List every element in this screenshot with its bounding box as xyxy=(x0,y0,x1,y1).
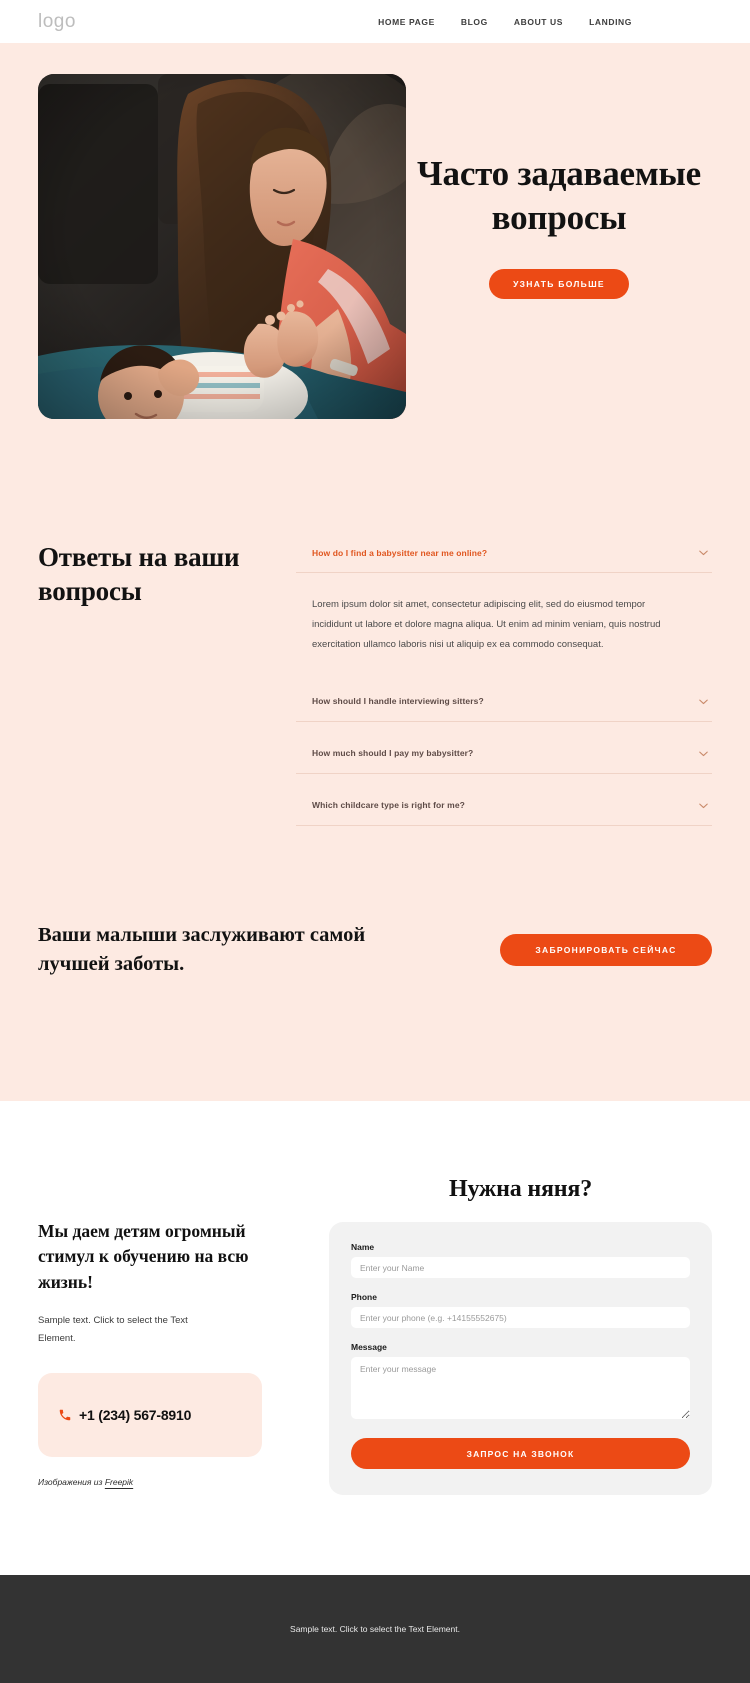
chevron-down-icon[interactable] xyxy=(697,747,710,760)
booking-cta-section: Ваши малыши заслуживают самой лучшей заб… xyxy=(0,826,750,1101)
form-title: Нужна няня? xyxy=(448,1176,592,1203)
contact-heading: Мы даем детям огромный стимул к обучению… xyxy=(38,1221,249,1292)
faq-question-3-header[interactable]: How much should I pay my babysitter? xyxy=(296,747,712,773)
phone-number: +1 (234) 567-8910 xyxy=(79,1407,192,1424)
hero-title: Часто задаваемые вопросы xyxy=(417,154,701,238)
faq-question-3-text: How much should I pay my babysitter? xyxy=(312,748,474,759)
faq-divider-4 xyxy=(296,824,712,826)
contact-form-column: Нужна няня? Name Phone Message ЗАПРОС НА… xyxy=(329,1176,712,1496)
faq-question-1-text: How do I find a babysitter near me onlin… xyxy=(312,547,488,558)
phone-label: Phone xyxy=(351,1292,377,1303)
freepik-link[interactable]: Freepik xyxy=(105,1477,133,1487)
faq-item-2: How should I handle interviewing sitters… xyxy=(296,695,712,747)
site-footer: Sample text. Click to select the Text El… xyxy=(0,1575,750,1683)
booking-cta-title: Ваши малыши заслуживают самой лучшей заб… xyxy=(38,923,366,975)
footer-text: Sample text. Click to select the Text El… xyxy=(290,1624,460,1635)
nav-item-home-page[interactable]: HOME PAGE xyxy=(378,17,435,27)
peach-section-wrapper: Часто задаваемые вопросы УЗНАТЬ БОЛЬШЕ О… xyxy=(0,43,750,1102)
phone-icon xyxy=(58,1408,72,1422)
faq-accordion-list: How do I find a babysitter near me onlin… xyxy=(296,534,712,826)
hero-content: Часто задаваемые вопросы УЗНАТЬ БОЛЬШЕ xyxy=(406,74,712,299)
nav-item-blog[interactable]: BLOG xyxy=(461,17,488,27)
faq-question-4-header[interactable]: Which childcare type is right for me? xyxy=(296,799,712,825)
hero-section: Часто задаваемые вопросы УЗНАТЬ БОЛЬШЕ xyxy=(0,43,750,419)
nav-item-about-us[interactable]: ABOUT US xyxy=(514,17,563,27)
site-header: logo HOME PAGE BLOG ABOUT US LANDING xyxy=(0,0,750,43)
contact-info-column: Мы даем детям огромный стимул к обучению… xyxy=(38,1176,303,1495)
faq-section: Ответы на ваши вопросы How do I find a b… xyxy=(0,419,750,826)
request-call-button[interactable]: ЗАПРОС НА ЗВОНОК xyxy=(351,1438,690,1470)
faq-question-2-header[interactable]: How should I handle interviewing sitters… xyxy=(296,695,712,721)
message-input[interactable] xyxy=(351,1357,690,1420)
faq-item-3: How much should I pay my babysitter? xyxy=(296,747,712,799)
nav-item-landing[interactable]: LANDING xyxy=(589,17,632,27)
faq-item-4: Which childcare type is right for me? xyxy=(296,799,712,826)
site-logo[interactable]: logo xyxy=(38,11,76,33)
faq-question-4-text: Which childcare type is right for me? xyxy=(312,800,465,811)
phone-input[interactable] xyxy=(351,1307,690,1329)
chevron-down-icon[interactable] xyxy=(697,546,710,559)
faq-heading: Ответы на ваши вопросы xyxy=(38,542,240,607)
book-now-button[interactable]: ЗАБРОНИРОВАТЬ СЕЙЧАС xyxy=(500,933,712,966)
faq-question-2-text: How should I handle interviewing sitters… xyxy=(312,696,484,707)
name-input[interactable] xyxy=(351,1257,690,1279)
faq-answer-1: Lorem ipsum dolor sit amet, consectetur … xyxy=(296,573,712,695)
name-label: Name xyxy=(351,1242,375,1253)
hero-image xyxy=(38,74,406,419)
phone-card[interactable]: +1 (234) 567-8910 xyxy=(38,1373,262,1458)
faq-spacer-2 xyxy=(296,722,712,747)
image-credit: Изображения из Freepik xyxy=(38,1477,303,1487)
learn-more-button[interactable]: УЗНАТЬ БОЛЬШЕ xyxy=(489,268,629,299)
contact-form-card: Name Phone Message ЗАПРОС НА ЗВОНОК xyxy=(329,1222,712,1496)
contact-section: Мы даем детям огромный стимул к обучению… xyxy=(0,1101,750,1576)
image-credit-prefix: Изображения из xyxy=(38,1477,105,1488)
faq-spacer-3 xyxy=(296,774,712,799)
faq-answer-1-text: Lorem ipsum dolor sit amet, consectetur … xyxy=(312,599,661,650)
main-navigation: HOME PAGE BLOG ABOUT US LANDING xyxy=(378,17,712,27)
chevron-down-icon[interactable] xyxy=(697,799,710,812)
faq-item-1: How do I find a babysitter near me onlin… xyxy=(296,546,712,695)
contact-subtext: Sample text. Click to select the Text El… xyxy=(38,1315,188,1344)
message-label: Message xyxy=(351,1342,387,1353)
chevron-down-icon[interactable] xyxy=(697,695,710,708)
faq-question-1-header[interactable]: How do I find a babysitter near me onlin… xyxy=(296,546,712,572)
